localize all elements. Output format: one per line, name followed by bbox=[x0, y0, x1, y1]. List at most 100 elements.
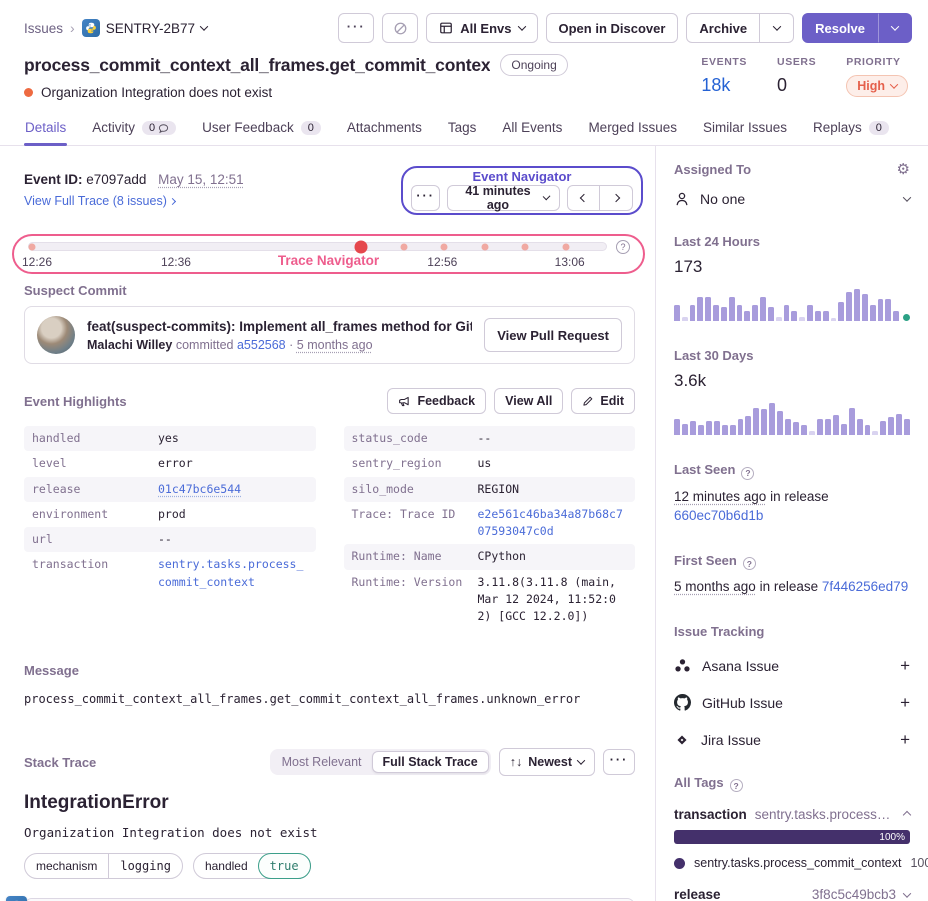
all-envs-button[interactable]: All Envs bbox=[426, 13, 537, 43]
view-all-button[interactable]: View All bbox=[494, 388, 563, 414]
open-in-discover-button[interactable]: Open in Discover bbox=[546, 13, 679, 43]
chevron-right-icon bbox=[169, 197, 176, 204]
tag-name[interactable]: transaction bbox=[674, 807, 747, 822]
sentry-issue-page: Issues › SENTRY-2B77 ··· All Envs bbox=[0, 0, 928, 901]
trace-help-icon[interactable]: ? bbox=[616, 240, 630, 254]
highlight-key: sentry_region bbox=[352, 455, 478, 472]
error-level-dot bbox=[24, 88, 33, 97]
next-event-button[interactable] bbox=[600, 185, 633, 211]
chevron-down-icon[interactable] bbox=[903, 890, 911, 898]
sort-newest-dropdown[interactable]: ↑↓ Newest bbox=[499, 748, 595, 776]
priority-badge[interactable]: High bbox=[846, 75, 908, 97]
issue-tabs: Details Activity0 User Feedback0 Attachmen… bbox=[0, 114, 928, 146]
resolve-button[interactable]: Resolve bbox=[802, 13, 878, 43]
tag-distribution-bar[interactable]: 100% bbox=[674, 830, 910, 844]
commit-meta: Malachi Willey committed a552568 · 5 mon… bbox=[87, 338, 472, 352]
jira-icon bbox=[674, 732, 690, 748]
handled-pill-key: handled bbox=[194, 854, 259, 878]
tab-details[interactable]: Details bbox=[24, 114, 67, 145]
archive-dropdown-button[interactable] bbox=[760, 13, 794, 43]
chart-bar bbox=[865, 425, 871, 435]
all-tags-heading: All Tags? bbox=[674, 775, 910, 791]
mute-button[interactable] bbox=[382, 13, 418, 43]
gear-icon[interactable]: ⚙ bbox=[897, 162, 910, 177]
tab-activity[interactable]: Activity0 bbox=[91, 114, 177, 145]
chart-bar bbox=[682, 424, 688, 435]
users-count[interactable]: 0 bbox=[777, 75, 816, 96]
chart-bar bbox=[817, 419, 823, 435]
project-name: SENTRY-2B77 bbox=[106, 21, 195, 36]
trace-event-dot[interactable] bbox=[441, 243, 448, 250]
tracking-label[interactable]: GitHub Issue bbox=[702, 695, 783, 711]
highlight-row: handledyes bbox=[24, 426, 316, 451]
highlight-value: -- bbox=[478, 430, 628, 447]
add-jira-issue-button[interactable]: + bbox=[900, 730, 910, 750]
events-count[interactable]: 18k bbox=[701, 75, 747, 96]
asana-icon bbox=[674, 657, 691, 674]
more-actions-button[interactable]: ··· bbox=[338, 13, 374, 43]
trace-navigator-annotation: ? 12:2612:3612:5613:06 Trace Navigator bbox=[12, 234, 645, 274]
tag-top-value: sentry.tasks.process_com… bbox=[755, 807, 896, 822]
trace-event-dot[interactable] bbox=[522, 243, 529, 250]
chart-bar bbox=[872, 431, 878, 435]
event-age-dropdown[interactable]: 41 minutes ago bbox=[447, 185, 560, 211]
highlight-value[interactable]: e2e561c46ba34a87b68c707593047c0d bbox=[478, 506, 628, 541]
chevron-down-icon bbox=[772, 22, 780, 30]
last-24-hours-count: 173 bbox=[674, 257, 910, 277]
trace-event-dot[interactable] bbox=[481, 243, 488, 250]
tag-name[interactable]: release bbox=[674, 887, 721, 901]
tracking-label[interactable]: Jira Issue bbox=[701, 732, 761, 748]
feedback-button[interactable]: Feedback bbox=[387, 388, 486, 414]
sort-icon: ↑↓ bbox=[510, 755, 523, 769]
edit-button[interactable]: Edit bbox=[571, 388, 635, 414]
tab-all-events[interactable]: All Events bbox=[501, 114, 563, 145]
chart-bar bbox=[760, 297, 766, 321]
highlight-value: -- bbox=[158, 531, 308, 548]
stack-more-button[interactable]: ··· bbox=[603, 749, 635, 775]
tab-similar-issues[interactable]: Similar Issues bbox=[702, 114, 788, 145]
event-more-button[interactable]: ··· bbox=[411, 185, 440, 211]
highlight-value[interactable]: sentry.tasks.process_commit_context bbox=[158, 556, 308, 591]
view-full-trace-link[interactable]: View Full Trace (8 issues) bbox=[24, 194, 175, 208]
trace-current-event-dot[interactable] bbox=[354, 240, 367, 253]
tab-merged-issues[interactable]: Merged Issues bbox=[587, 114, 678, 145]
full-stack-trace-tab[interactable]: Full Stack Trace bbox=[372, 751, 489, 773]
breadcrumb-project[interactable]: SENTRY-2B77 bbox=[82, 19, 207, 37]
chart-bar bbox=[870, 305, 876, 321]
suspect-commit-heading: Suspect Commit bbox=[24, 283, 635, 298]
resolve-dropdown-button[interactable] bbox=[878, 13, 912, 43]
commit-sha-link[interactable]: a552568 bbox=[237, 338, 286, 352]
trace-timeline[interactable] bbox=[28, 242, 607, 251]
chart-bar bbox=[730, 425, 736, 435]
highlight-key: Runtime: Name bbox=[352, 548, 478, 565]
most-relevant-tab[interactable]: Most Relevant bbox=[272, 751, 372, 773]
tracking-label[interactable]: Asana Issue bbox=[702, 658, 779, 674]
assignee-value: No one bbox=[700, 191, 745, 207]
chart-bar bbox=[705, 297, 711, 321]
trace-event-dot[interactable] bbox=[28, 243, 35, 250]
tab-replays[interactable]: Replays0 bbox=[812, 114, 890, 145]
archive-button[interactable]: Archive bbox=[686, 13, 760, 43]
trace-event-dot[interactable] bbox=[562, 243, 569, 250]
tab-user-feedback[interactable]: User Feedback0 bbox=[201, 114, 322, 145]
chart-bar bbox=[714, 421, 720, 435]
event-date[interactable]: May 15, 12:51 bbox=[158, 172, 244, 187]
previous-event-button[interactable] bbox=[567, 185, 600, 211]
first-seen-release-link[interactable]: 7f446256ed79 bbox=[822, 579, 908, 594]
add-asana-issue-button[interactable]: + bbox=[900, 656, 910, 676]
last-seen-release-link[interactable]: 660ec70b6d1b bbox=[674, 508, 763, 523]
assignee-selector[interactable]: No one bbox=[674, 191, 910, 207]
add-github-issue-button[interactable]: + bbox=[900, 693, 910, 713]
breadcrumb: Issues › SENTRY-2B77 bbox=[24, 19, 207, 37]
chevron-up-icon[interactable] bbox=[903, 811, 911, 819]
highlight-value[interactable]: 01c47bc6e544 bbox=[158, 481, 308, 498]
tab-attachments[interactable]: Attachments bbox=[346, 114, 423, 145]
trace-event-dot[interactable] bbox=[401, 243, 408, 250]
view-pull-request-button[interactable]: View Pull Request bbox=[484, 318, 622, 352]
person-icon bbox=[674, 191, 690, 207]
tab-tags[interactable]: Tags bbox=[447, 114, 478, 145]
highlight-key: silo_mode bbox=[352, 481, 478, 498]
breadcrumb-issues[interactable]: Issues bbox=[24, 21, 63, 36]
chart-bar bbox=[885, 299, 891, 321]
chart-bar bbox=[857, 419, 863, 435]
